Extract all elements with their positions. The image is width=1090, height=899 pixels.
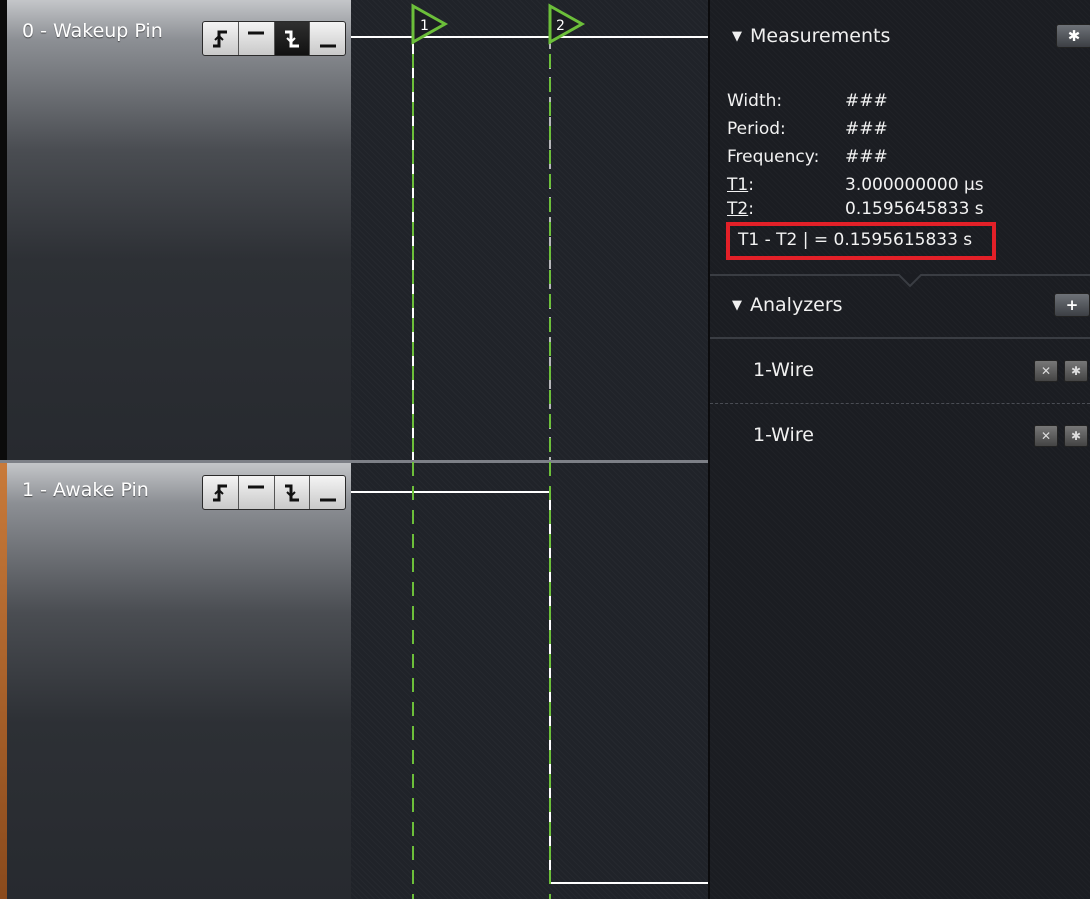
period-row: Period: ### — [727, 119, 888, 139]
low-level-icon — [319, 498, 336, 501]
timing-markers: 1 2 — [411, 3, 586, 899]
t2-row: T2: 0.1595645833 s — [727, 199, 984, 221]
low-level-icon — [319, 44, 336, 47]
plus-icon: + — [1065, 296, 1079, 314]
triangle-down-icon: ▼ — [732, 29, 742, 44]
high-level-icon — [248, 31, 265, 34]
t1-value: 3.000000000 µs — [845, 175, 984, 195]
side-panel: ▼ Measurements ✱ Width: ### Period: ### Fre… — [710, 0, 1090, 899]
falling-edge-icon — [284, 484, 299, 501]
separator-notch — [898, 274, 922, 288]
high-level-trigger-button[interactable] — [238, 476, 275, 509]
frequency-value: ### — [845, 147, 888, 167]
add-analyzer-button[interactable]: + — [1054, 293, 1090, 317]
rising-edge-icon — [213, 484, 228, 501]
analyzers-header[interactable]: ▼ Analyzers — [732, 294, 843, 316]
period-label: Period: — [727, 119, 786, 139]
rising-edge-icon — [213, 30, 228, 47]
gear-icon: ✱ — [1067, 27, 1081, 45]
channel-0-panel[interactable]: 0 - Wakeup Pin — [0, 0, 351, 460]
analyzer-item[interactable]: 1-Wire — [753, 424, 814, 446]
t2-label[interactable]: T2 — [727, 199, 748, 219]
width-row: Width: ### — [727, 91, 888, 111]
t1-label[interactable]: T1 — [727, 175, 748, 195]
channel-1-panel[interactable]: 1 - Awake Pin — [0, 463, 351, 899]
remove-analyzer-button[interactable]: ✕ — [1034, 425, 1058, 447]
period-value: ### — [845, 119, 888, 139]
width-label: Width: — [727, 91, 783, 111]
marker-2-flag[interactable]: 2 — [548, 3, 586, 45]
width-value: ### — [845, 91, 888, 111]
frequency-row: Frequency: ### — [727, 147, 888, 167]
rising-edge-trigger-button[interactable] — [203, 476, 239, 509]
measurements-header[interactable]: ▼ Measurements — [732, 25, 890, 47]
channel-0-name: 0 - Wakeup Pin — [22, 20, 163, 42]
t2-value: 0.1595645833 s — [845, 199, 984, 219]
t1-row: T1: 3.000000000 µs — [727, 175, 984, 195]
analyzer-settings-button[interactable]: ✱ — [1064, 425, 1088, 447]
high-level-trigger-button[interactable] — [238, 22, 275, 55]
analyzer-settings-button[interactable]: ✱ — [1064, 360, 1088, 382]
highlight-box — [726, 222, 996, 260]
low-level-trigger-button[interactable] — [310, 22, 345, 55]
high-level-icon — [248, 485, 265, 488]
low-level-trigger-button[interactable] — [310, 476, 345, 509]
t2-colon: : — [748, 199, 754, 219]
t1-colon: : — [748, 175, 754, 195]
close-icon: ✕ — [1040, 429, 1052, 443]
falling-edge-trigger-button[interactable] — [274, 22, 311, 55]
measurements-title: Measurements — [750, 25, 891, 47]
falling-edge-trigger-button[interactable] — [274, 476, 311, 509]
gear-icon: ✱ — [1070, 429, 1082, 443]
measurements-settings-button[interactable]: ✱ — [1056, 24, 1090, 48]
channel-1-trigger-group — [202, 475, 346, 510]
close-icon: ✕ — [1040, 364, 1052, 378]
marker-1-flag[interactable]: 1 — [411, 3, 449, 45]
remove-analyzer-button[interactable]: ✕ — [1034, 360, 1058, 382]
analyzer-item[interactable]: 1-Wire — [753, 359, 814, 381]
frequency-label: Frequency: — [727, 147, 820, 167]
triangle-down-icon: ▼ — [732, 298, 742, 313]
rising-edge-trigger-button[interactable] — [203, 22, 239, 55]
marker-1-label: 1 — [420, 18, 429, 34]
channel-1-name: 1 - Awake Pin — [22, 479, 149, 501]
analyzers-separator — [710, 337, 1090, 339]
analyzers-title: Analyzers — [750, 294, 843, 316]
gear-icon: ✱ — [1070, 364, 1082, 378]
channel-0-trigger-group — [202, 21, 346, 56]
analyzer-divider — [710, 403, 1090, 404]
marker-2-label: 2 — [556, 18, 565, 34]
falling-edge-icon — [284, 30, 299, 47]
